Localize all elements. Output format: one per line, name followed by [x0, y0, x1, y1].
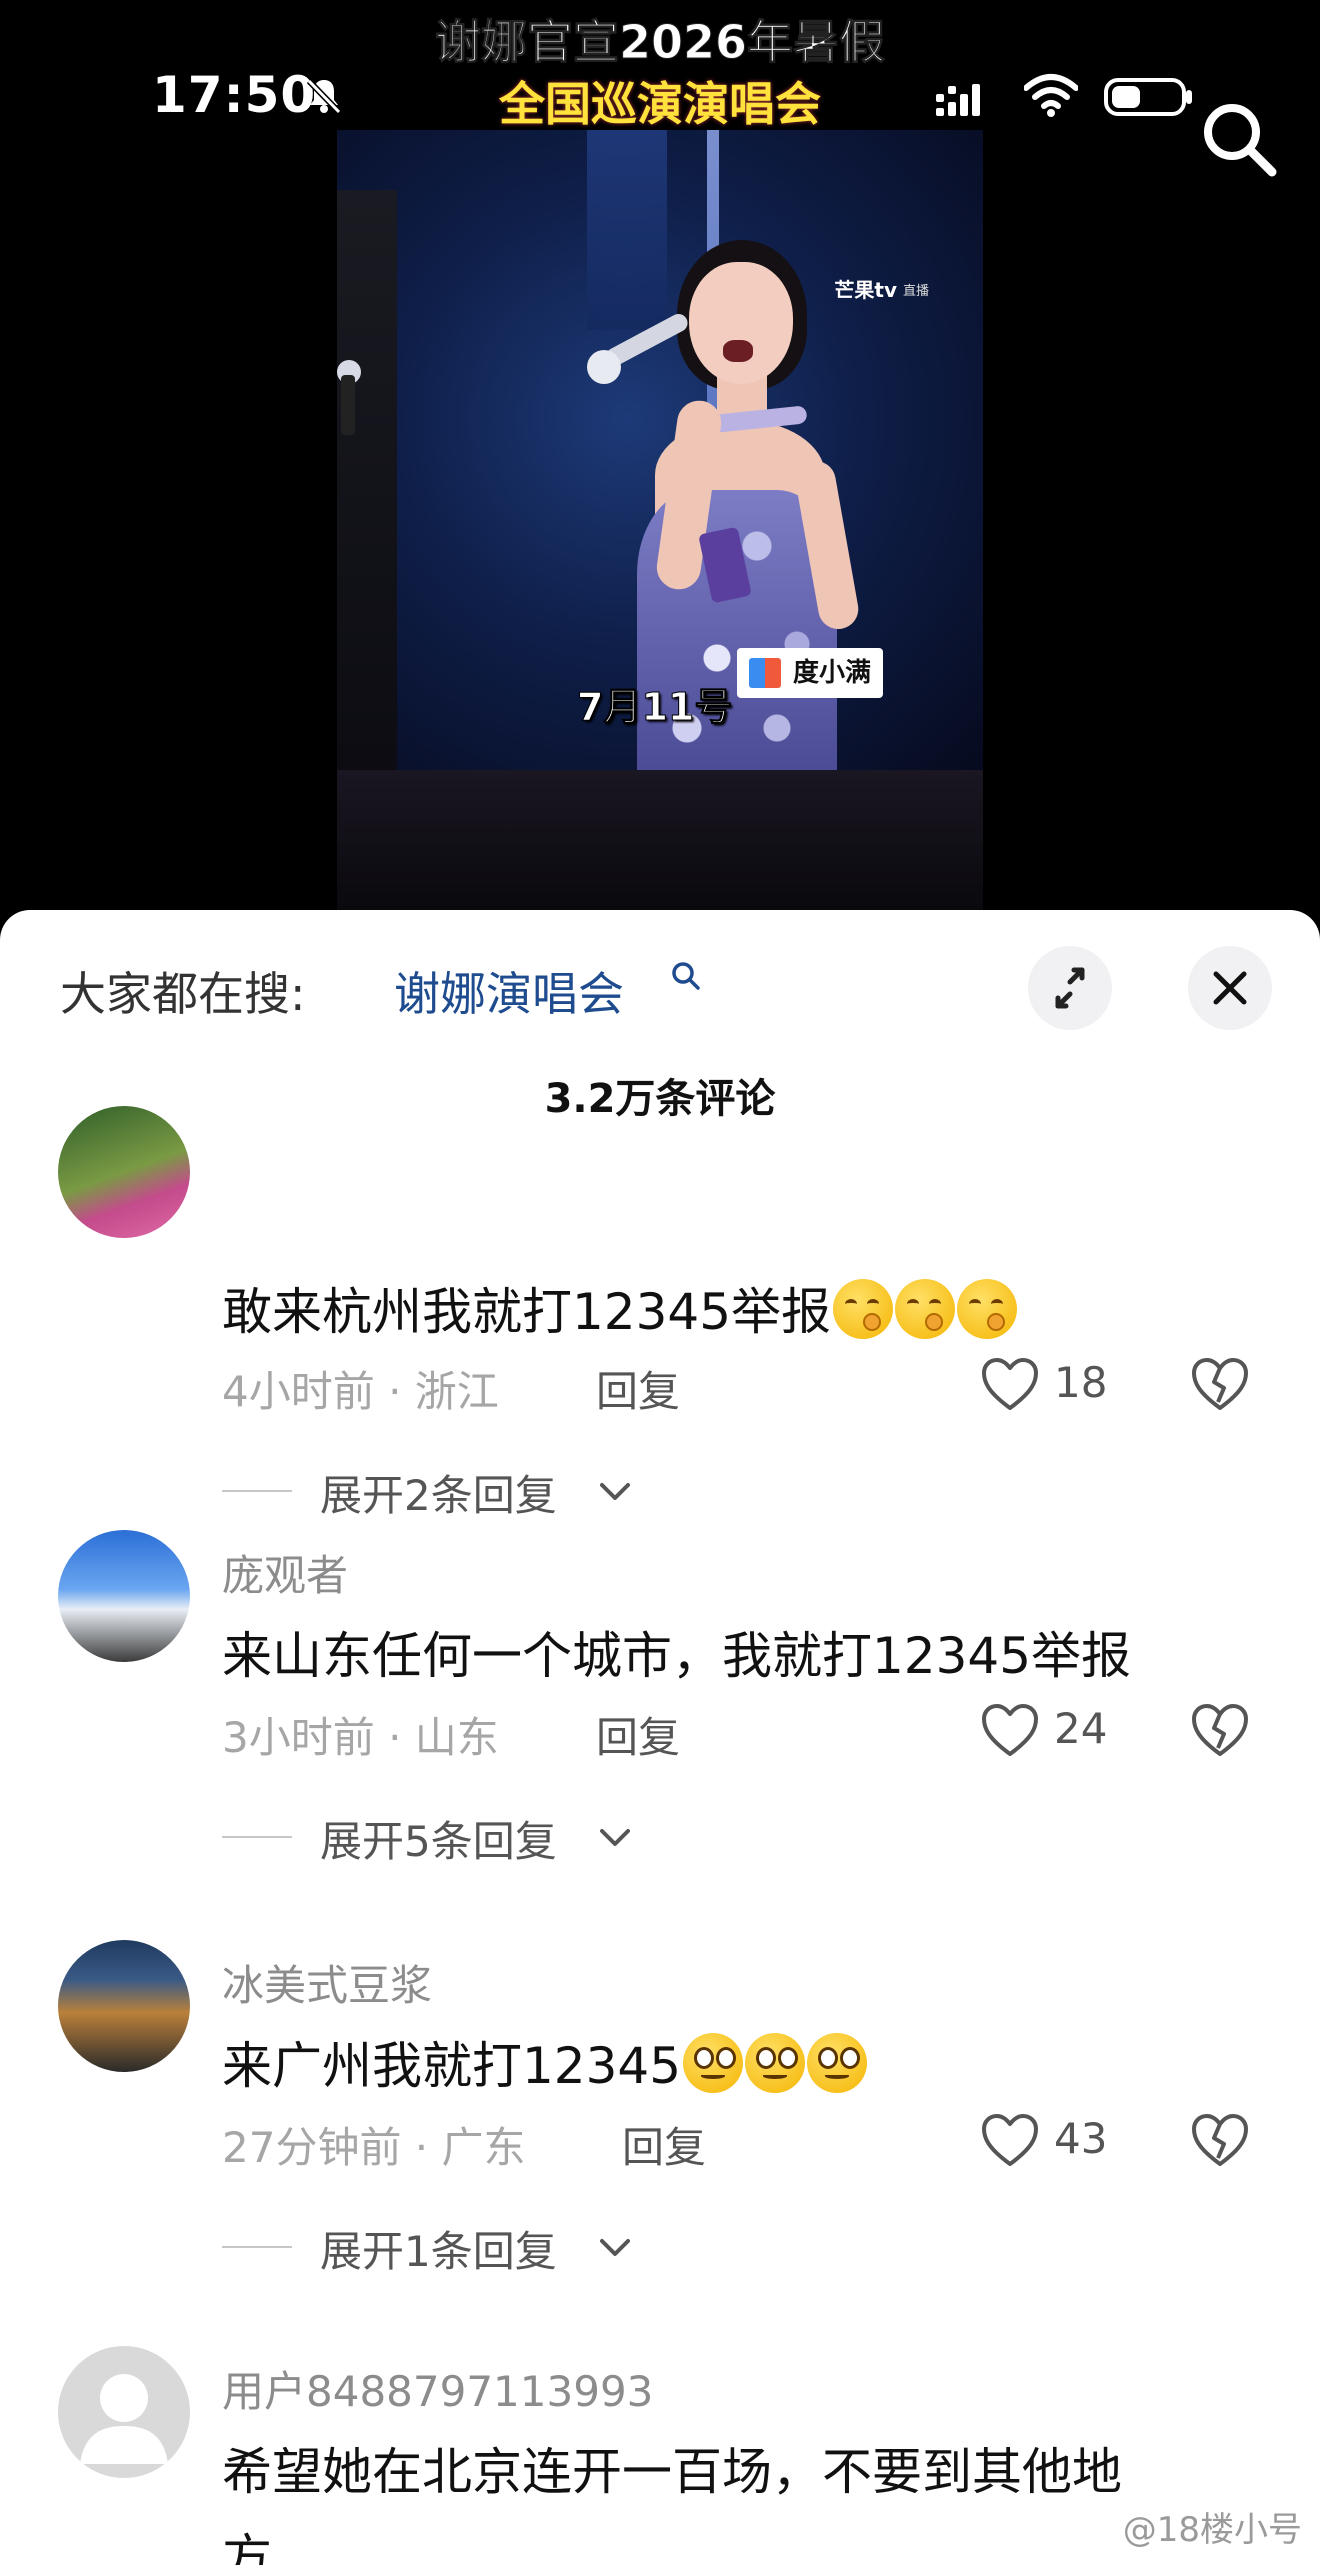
expand-replies-label: 展开2条回复 — [320, 1471, 557, 1520]
username[interactable]: 用户8488797113993 — [222, 2358, 653, 2419]
singer-microphone — [587, 350, 621, 384]
comment-location: 广东 — [441, 2123, 526, 2172]
smirk-emoji-icon — [833, 1279, 894, 1339]
co-host-figure — [337, 190, 397, 770]
search-icon[interactable] — [1196, 96, 1280, 180]
flushed-emoji-icon — [745, 2033, 806, 2093]
chevron-down-icon — [600, 1829, 630, 1846]
singer-face — [689, 262, 793, 384]
video-player[interactable]: 芒果tv 直播 谢娜官宣2026年暑假 全国巡演演唱会 度小满 7月11号 17… — [0, 0, 1320, 930]
close-icon — [1213, 971, 1247, 1005]
sponsor-name: 度小满 — [793, 658, 872, 688]
cellular-signal-icon — [936, 84, 980, 116]
flushed-emoji-icon — [683, 2033, 744, 2093]
comment-item: 庞观者 来山东任何一个城市，我就打12345举报 3小时前 · 山东 回复 24… — [0, 1530, 1320, 1930]
avatar[interactable] — [58, 2346, 190, 2478]
sponsor-logo-icon — [749, 658, 783, 688]
heart-icon[interactable] — [980, 2112, 1040, 2168]
comment-text: 来广州我就打12345 — [222, 2026, 868, 2098]
search-icon[interactable] — [668, 960, 702, 994]
broken-heart-icon[interactable] — [1190, 1356, 1250, 1412]
comment-meta: 4小时前 · 浙江 — [222, 1367, 499, 1416]
reply-button[interactable]: 回复 — [622, 2114, 706, 2175]
live-badge: 直播 — [902, 284, 929, 299]
like-count: 24 — [1054, 1704, 1108, 1753]
divider — [222, 1490, 292, 1492]
comment-text: 敢来杭州我就打12345举报 — [222, 1272, 1018, 1344]
divider — [222, 1836, 292, 1838]
comment-meta: 3小时前 · 山东 — [222, 1713, 499, 1762]
comment-meta: 27分钟前 · 广东 — [222, 2123, 526, 2172]
smirk-emoji-icon — [957, 1279, 1018, 1339]
heart-icon[interactable] — [980, 1702, 1040, 1758]
comment-location: 浙江 — [414, 1367, 499, 1416]
video-lower-area — [337, 770, 983, 910]
video-frame[interactable]: 芒果tv 直播 谢娜官宣2026年暑假 全国巡演演唱会 度小满 7月11号 — [337, 0, 983, 910]
expand-panel-button[interactable] — [1028, 946, 1112, 1030]
avatar[interactable] — [58, 1530, 190, 1662]
expand-replies-label: 展开5条回复 — [320, 1817, 557, 1866]
expand-icon — [1055, 967, 1085, 1009]
comment-text-continued: 方 — [222, 2529, 272, 2565]
comment-time: 3小时前 — [222, 1713, 375, 1762]
avatar[interactable] — [58, 1940, 190, 2072]
battery-icon — [1104, 78, 1192, 116]
broken-heart-icon[interactable] — [1190, 2112, 1250, 2168]
comment-text-content: 来广州我就打12345 — [222, 2037, 682, 2095]
mute-bell-icon — [306, 78, 342, 115]
comment-time: 4小时前 — [222, 1367, 375, 1416]
comment-time: 27分钟前 — [222, 2123, 402, 2172]
smirk-emoji-icon — [895, 1279, 956, 1339]
co-host-microphone-handle — [341, 375, 355, 435]
username[interactable]: 庞观者 — [222, 1542, 348, 1603]
expand-replies-button[interactable]: 展开2条回复 — [222, 1462, 822, 1522]
like-count: 18 — [1054, 1358, 1108, 1407]
like-count: 43 — [1054, 2114, 1108, 2163]
stage-arch — [587, 130, 667, 330]
trending-search-label: 大家都在搜: — [60, 967, 306, 1021]
comment-item: 敢来杭州我就打12345举报 4小时前 · 浙江 回复 18 展开2条回复 — [0, 1106, 1320, 1520]
chevron-down-icon — [600, 2239, 630, 2256]
sponsor-badge: 度小满 — [737, 648, 884, 698]
singer-mouth — [723, 340, 753, 362]
reply-button[interactable]: 回复 — [596, 1358, 680, 1419]
status-time: 17:50 — [152, 66, 317, 124]
heart-icon[interactable] — [980, 1356, 1040, 1412]
chevron-down-icon — [600, 1483, 630, 1500]
video-stage-image: 芒果tv 直播 — [337, 130, 983, 770]
comment-item: 冰美式豆浆 来广州我就打12345 27分钟前 · 广东 回复 43 展开1条回… — [0, 1940, 1320, 2340]
site-watermark: @18楼小号 — [1122, 2510, 1302, 2550]
flushed-emoji-icon — [807, 2033, 868, 2093]
video-title-line2: 全国巡演演唱会 — [499, 77, 821, 131]
comment-text-content: 敢来杭州我就打12345举报 — [222, 1283, 832, 1341]
broken-heart-icon[interactable] — [1190, 1702, 1250, 1758]
video-title-line1: 谢娜官宣2026年暑假 — [434, 15, 886, 70]
divider — [222, 2246, 292, 2248]
expand-replies-button[interactable]: 展开1条回复 — [222, 2218, 822, 2278]
video-caption: 7月11号 — [576, 685, 733, 730]
expand-replies-button[interactable]: 展开5条回复 — [222, 1808, 822, 1868]
video-title-banner: 谢娜官宣2026年暑假 全国巡演演唱会 — [337, 0, 983, 131]
expand-replies-label: 展开1条回复 — [320, 2227, 557, 2276]
username[interactable]: 冰美式豆浆 — [222, 1952, 432, 2013]
close-button[interactable] — [1188, 946, 1272, 1030]
reply-button[interactable]: 回复 — [596, 1704, 680, 1765]
comment-count: 3.2万条评论 — [544, 1076, 776, 1122]
comment-text: 来山东任何一个城市，我就打12345举报 — [222, 1627, 1132, 1685]
wifi-icon — [1024, 74, 1078, 117]
comments-panel[interactable]: 大家都在搜: 谢娜演唱会 3.2万条评论 敢来杭州我就打12345举报 4小时前… — [0, 910, 1320, 2565]
channel-watermark: 芒果tv — [834, 278, 897, 302]
default-user-icon — [80, 2374, 168, 2464]
avatar[interactable] — [58, 1106, 190, 1238]
trending-search-link[interactable]: 谢娜演唱会 — [394, 958, 624, 1024]
comment-location: 山东 — [414, 1713, 499, 1762]
comment-text: 希望她在北京连开一百场，不要到其他地 — [222, 2443, 1122, 2501]
